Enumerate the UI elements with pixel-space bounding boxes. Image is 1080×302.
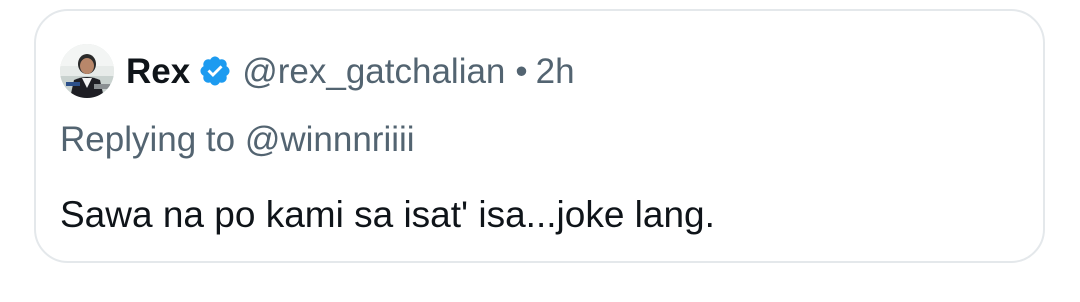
tweet-timestamp[interactable]: 2h bbox=[536, 54, 575, 89]
avatar[interactable] bbox=[60, 44, 114, 98]
avatar-photo bbox=[60, 44, 114, 98]
tweet-header: Rex @rex_gatchalian • 2h bbox=[60, 43, 575, 99]
author-name[interactable]: Rex bbox=[126, 54, 190, 89]
verified-badge-icon bbox=[198, 54, 232, 88]
author-handle[interactable]: @rex_gatchalian bbox=[242, 54, 505, 89]
quoted-tweet-card[interactable]: Rex @rex_gatchalian • 2h Replying to @wi… bbox=[34, 9, 1045, 263]
separator-dot: • bbox=[515, 51, 528, 91]
replying-to-line[interactable]: Replying to @winnnriiii bbox=[60, 120, 415, 160]
tweet-text: Sawa na po kami sa isat' isa...joke lang… bbox=[60, 194, 715, 235]
